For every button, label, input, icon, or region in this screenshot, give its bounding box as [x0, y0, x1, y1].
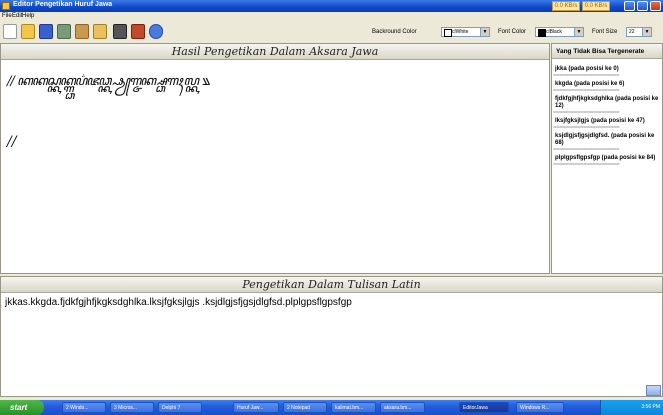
new-file-icon[interactable]: [3, 24, 17, 39]
font-size-value: 22: [629, 29, 635, 35]
list-item: jkka (pada posisi ke 0): [555, 66, 619, 72]
scroll-corner-icon[interactable]: [646, 385, 661, 396]
window-title: Editor Pengetikan Huruf Jawa: [13, 1, 113, 8]
font-color-swatch: [538, 29, 546, 37]
taskbar-item[interactable]: kalimat.bm...: [331, 402, 376, 413]
ungenerated-list: jkka (pada posisi ke 0) ================…: [553, 66, 661, 168]
taskbar-item-active[interactable]: EditorJawa: [459, 402, 509, 413]
list-item: ksjdlgjsfjgsjdlgfsd. (pada posisi ke 68): [555, 133, 655, 146]
ungenerated-panel-title: Yang Tidak Bisa Tergenerate: [552, 44, 662, 59]
taskbar-item[interactable]: Huruf Jaw...: [233, 402, 279, 413]
list-item: fjdkfgjhfjkgksdghlka (pada posisi ke 12): [555, 96, 659, 109]
taskbar-item[interactable]: 2 Windo...: [62, 402, 106, 413]
save-icon[interactable]: [39, 24, 53, 39]
font-size-label: Font Size: [592, 29, 618, 35]
latin-input-text[interactable]: jkkas.kkgda.fjdkfgjhfjkgksdghlka.lksjfgk…: [5, 297, 352, 308]
title-bar: Editor Pengetikan Huruf Jawa 0.0 KB/s 0.…: [0, 0, 663, 12]
toolbar: Backround Color clWhite ▼ Font Color clB…: [0, 21, 663, 43]
open-folder-icon[interactable]: [21, 24, 35, 39]
paste-icon[interactable]: [93, 24, 107, 39]
app-icon: [2, 2, 10, 10]
javanese-output-panel[interactable]: Hasil Pengetikan Dalam Aksara Jawa // ꦏꦏ…: [0, 43, 550, 274]
javanese-text-line-2: //: [7, 134, 17, 150]
latin-panel-title: Pengetikan Dalam Tulisan Latin: [1, 277, 662, 293]
taskbar-item[interactable]: aksara.bm...: [380, 402, 425, 413]
refresh-icon[interactable]: [149, 24, 163, 39]
font-icon[interactable]: [131, 24, 145, 39]
maximize-button[interactable]: [637, 1, 648, 11]
close-button[interactable]: [650, 1, 661, 11]
chevron-down-icon[interactable]: ▼: [480, 28, 489, 36]
taskbar-item[interactable]: Windows R...: [516, 402, 564, 413]
latin-input-panel[interactable]: Pengetikan Dalam Tulisan Latin jkkas.kkg…: [0, 276, 663, 397]
copy-icon[interactable]: [75, 24, 89, 39]
taskbar-item[interactable]: 2 Notepad: [283, 402, 327, 413]
start-button[interactable]: start: [0, 400, 44, 415]
javanese-text-line-1: // ꦏꦏꦱ꧀ꦏꦏ꧀ꦒ꧀ꦣꦥ꦳ꦗꦣ꧀ꦏ꧀ꦦꦾꦒ꧀ꦗꦏ꧀ꦱ꧀ꦣꦒꦃꦭ꧀ꦏ ꧉: [7, 74, 210, 89]
background-color-label: Backround Color: [372, 29, 417, 35]
javanese-panel-title: Hasil Pengetikan Dalam Aksara Jawa: [1, 44, 549, 60]
ungenerated-list-panel[interactable]: Yang Tidak Bisa Tergenerate jkka (pada p…: [551, 43, 663, 274]
list-separator: ======================: [553, 110, 620, 116]
background-color-select[interactable]: clWhite ▼: [441, 27, 490, 37]
list-separator: ======================: [553, 125, 620, 131]
chevron-down-icon[interactable]: ▼: [642, 28, 651, 36]
cut-icon[interactable]: [57, 24, 71, 39]
list-item: plplgpsflgpsfgp (pada posisi ke 84): [555, 155, 656, 161]
list-item: kkgda (pada posisi ke 6): [555, 81, 625, 87]
taskbar-item[interactable]: Delphi 7: [158, 402, 202, 413]
system-tray: 3:56 PM: [600, 400, 663, 415]
background-color-swatch: [444, 29, 452, 37]
list-item: lksjfgksjlgjs (pada posisi ke 47): [555, 118, 645, 124]
find-icon[interactable]: [113, 24, 127, 39]
list-separator: ======================: [553, 88, 620, 94]
menu-help[interactable]: Help: [22, 12, 34, 21]
list-separator: ======================: [553, 147, 620, 153]
font-color-value: clBlack: [546, 29, 562, 35]
list-separator: ======================: [553, 73, 620, 79]
font-size-select[interactable]: 22 ▼: [626, 27, 652, 37]
menu-file[interactable]: File: [2, 12, 12, 21]
minimize-button[interactable]: [624, 1, 635, 11]
background-color-value: clWhite: [452, 29, 469, 35]
font-color-select[interactable]: clBlack ▼: [535, 27, 584, 37]
menu-bar: File Edit Help: [0, 12, 663, 21]
taskbar-item[interactable]: 3 Micros...: [110, 402, 154, 413]
font-color-label: Font Color: [498, 29, 527, 35]
clock[interactable]: 3:56 PM: [641, 404, 660, 410]
net-up-meter: 0.0 KB/s: [582, 1, 610, 11]
list-separator: ======================: [553, 162, 620, 168]
net-down-meter: 0.0 KB/s: [552, 1, 580, 11]
taskbar: start 2 Windo... 3 Micros... Delphi 7 Hu…: [0, 400, 663, 415]
chevron-down-icon[interactable]: ▼: [574, 28, 583, 36]
menu-edit[interactable]: Edit: [12, 12, 22, 21]
